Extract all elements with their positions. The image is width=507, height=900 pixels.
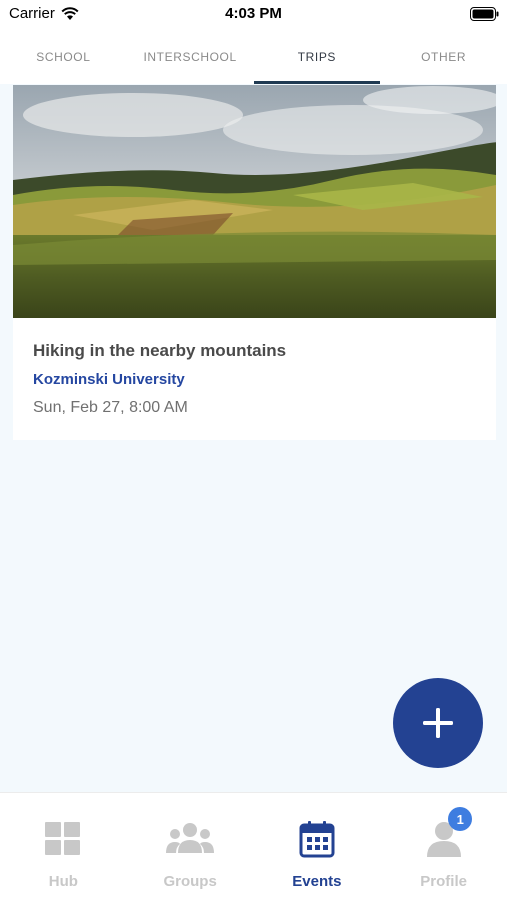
tab-school[interactable]: SCHOOL [0,30,127,84]
plus-icon [423,708,453,738]
notification-badge: 1 [448,807,473,831]
nav-item-hub[interactable]: Hub [0,793,127,900]
landscape-photo [13,85,496,318]
battery-icon [470,7,499,21]
event-datetime: Sun, Feb 27, 8:00 AM [33,399,188,416]
nav-label-events: Events [292,873,342,890]
event-category-tabs: SCHOOL INTERSCHOOL TRIPS OTHER [0,30,507,84]
clock: 4:03 PM [225,5,282,22]
nav-label-profile: Profile [420,873,467,890]
calendar-icon [299,821,335,858]
grid-icon [45,822,81,855]
tab-trips[interactable]: TRIPS [253,30,381,84]
event-organizer[interactable]: Kozminski University [33,371,185,388]
status-bar: Carrier 4:03 PM [0,0,507,30]
event-title: Hiking in the nearby mountains [33,341,287,360]
nav-label-groups: Groups [163,873,217,890]
nav-label-hub: Hub [48,873,78,890]
tab-interschool[interactable]: INTERSCHOOL [127,30,254,84]
nav-item-groups[interactable]: Groups [127,793,254,900]
tab-other[interactable]: OTHER [380,30,507,84]
nav-item-profile[interactable]: Profile 1 [380,793,507,900]
event-card[interactable]: Hiking in the nearby mountains Kozminski… [13,85,496,440]
bottom-navigation: Hub Groups Events Profile 1 [0,792,507,900]
add-event-button[interactable] [393,678,483,768]
group-icon [166,823,215,853]
nav-item-events[interactable]: Events [254,793,381,900]
